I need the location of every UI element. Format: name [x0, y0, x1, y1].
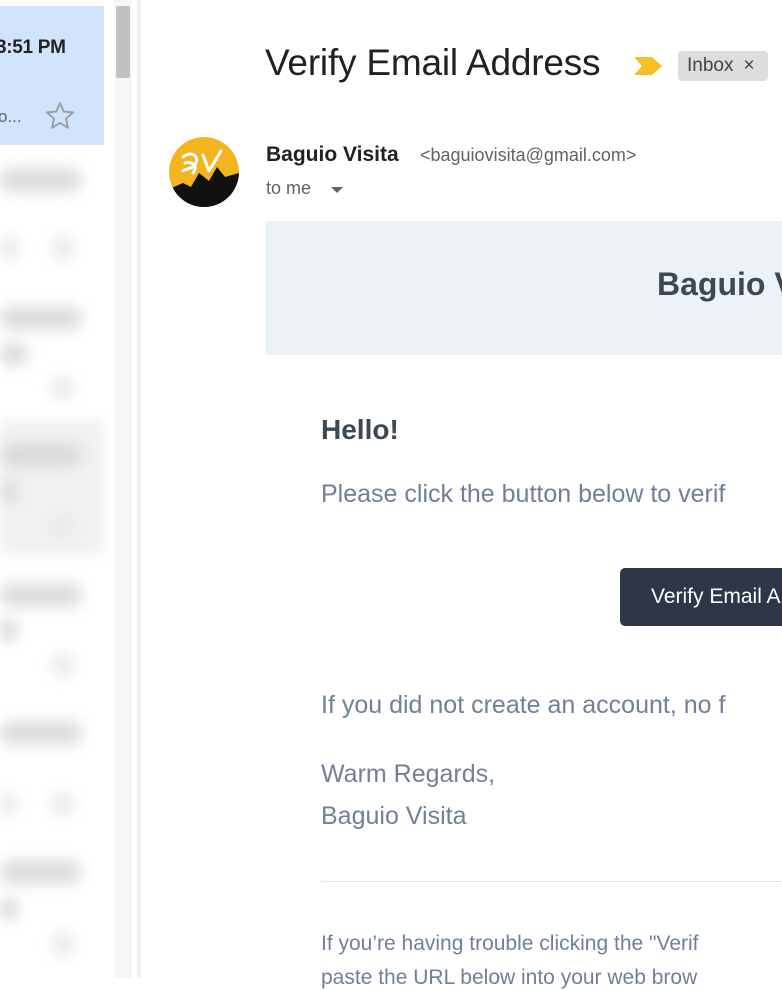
blurred-list-item[interactable]	[50, 792, 75, 816]
recipient-summary[interactable]: to me	[266, 178, 311, 199]
blurred-list-item[interactable]	[0, 792, 18, 816]
banner-title: Baguio V	[657, 266, 782, 302]
blurred-list-item[interactable]	[0, 168, 82, 192]
sender-name: Baguio Visita	[266, 143, 399, 166]
message-snippet: o...	[0, 107, 22, 126]
message-subject: Verify Email Address	[265, 42, 601, 83]
label-chip-text: Inbox	[687, 55, 734, 76]
message-list: 3:51 PM o...	[0, 0, 133, 978]
inbox-label-chip[interactable]: Inbox ×	[678, 51, 768, 81]
blurred-list-item[interactable]	[0, 306, 82, 330]
blurred-list-item[interactable]	[0, 342, 28, 366]
list-scrollbar-thumb[interactable]	[116, 6, 130, 78]
blurred-list-item[interactable]	[50, 515, 75, 539]
chevron-down-icon[interactable]	[330, 185, 344, 195]
blurred-list-item[interactable]	[50, 932, 75, 956]
blurred-list-item[interactable]	[0, 618, 18, 642]
no-account-note: If you did not create an account, no f	[321, 691, 726, 719]
sender-email: <baguiovisita@gmail.com>	[420, 145, 637, 165]
message-list-item-selected[interactable]: 3:51 PM o...	[0, 6, 104, 145]
blurred-list-item[interactable]	[0, 480, 18, 504]
email-signoff: Warm Regards,	[321, 760, 496, 788]
blurred-list-item[interactable]	[0, 443, 82, 467]
message-time: 3:51 PM	[0, 37, 66, 58]
footer-note-continued: paste the URL below into your web brow	[321, 966, 698, 989]
blurred-list-item[interactable]	[50, 653, 75, 677]
star-icon[interactable]	[44, 100, 76, 132]
blurred-list-item[interactable]	[50, 376, 75, 400]
verify-email-button[interactable]: Verify Email A	[620, 568, 782, 626]
importance-marker-icon[interactable]	[632, 54, 664, 78]
pane-divider[interactable]	[137, 0, 141, 978]
blurred-list-item[interactable]	[0, 236, 20, 260]
remove-label-icon[interactable]: ×	[743, 55, 754, 77]
blurred-list-item[interactable]	[50, 236, 75, 260]
email-signature: Baguio Visita	[321, 802, 467, 830]
sender-avatar	[169, 137, 239, 207]
blurred-list-item[interactable]	[0, 897, 18, 921]
blurred-list-item[interactable]	[0, 721, 82, 745]
blurred-list-item[interactable]	[0, 583, 82, 607]
blurred-list-item[interactable]	[0, 860, 82, 884]
avatar-logo-icon	[169, 137, 239, 207]
email-instruction: Please click the button below to verif	[321, 480, 726, 508]
footer-note: If you’re having trouble clicking the "V…	[321, 932, 699, 955]
list-scrollbar-track[interactable]	[114, 0, 132, 978]
footer-divider	[321, 881, 782, 882]
email-greeting: Hello!	[321, 414, 399, 445]
email-header-banner: Baguio V	[265, 221, 782, 355]
